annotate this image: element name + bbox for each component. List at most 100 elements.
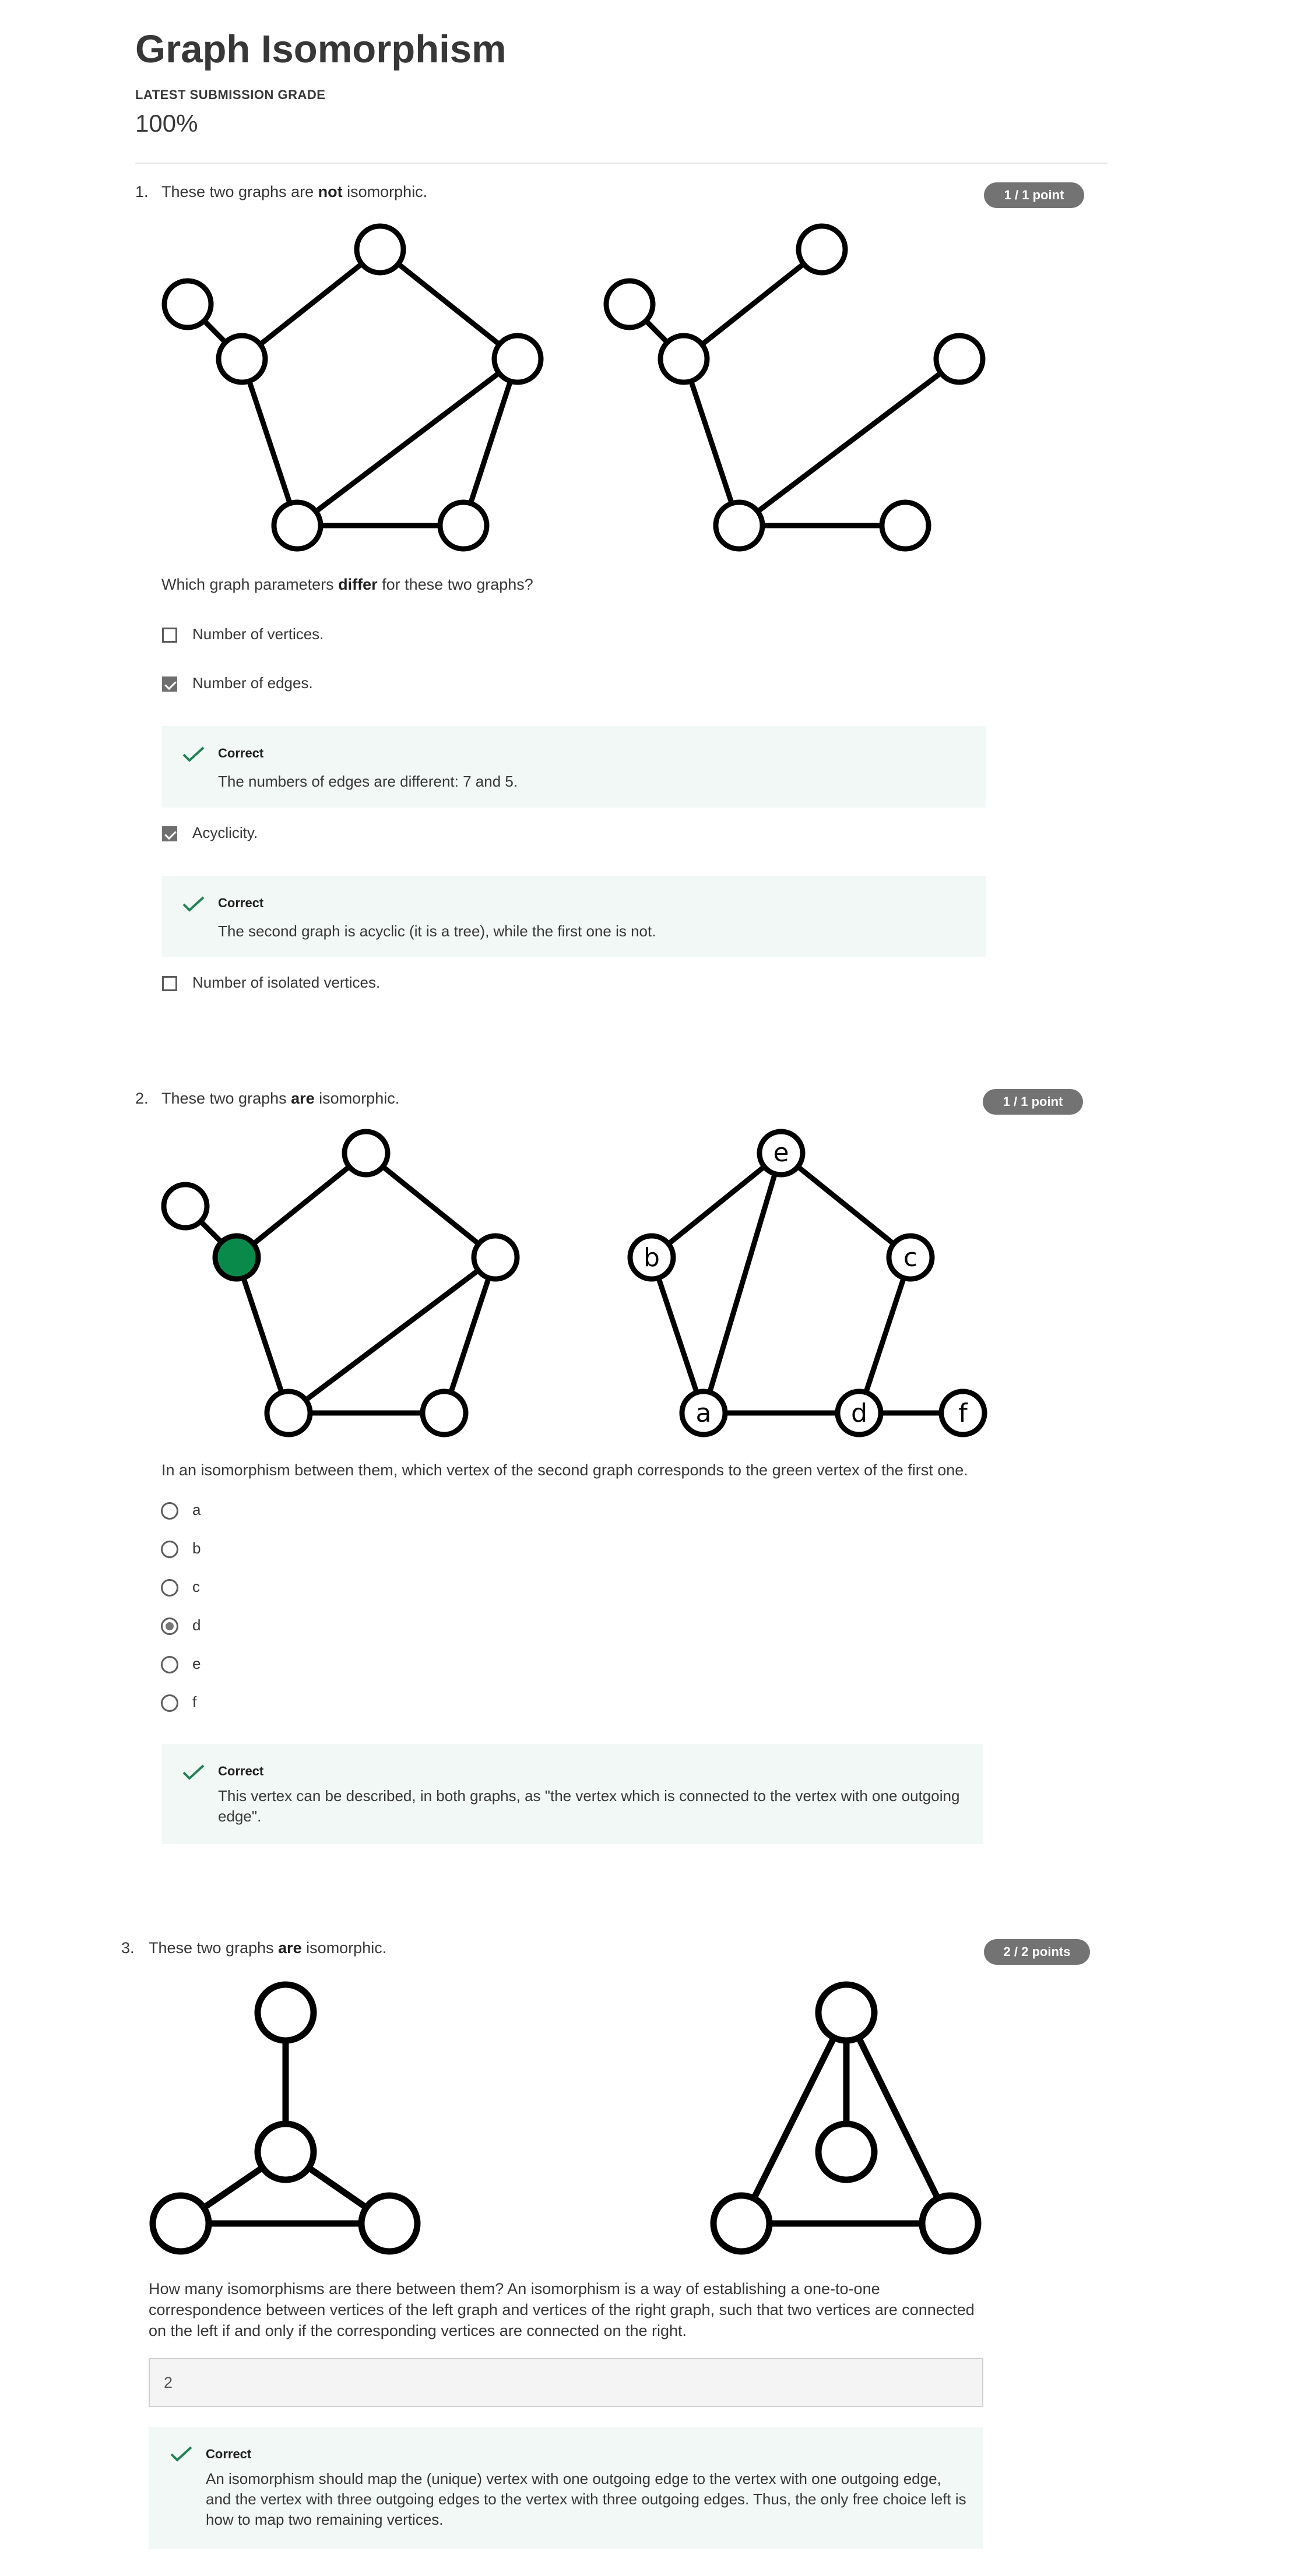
option-label: e [192,1655,201,1672]
radio-c[interactable] [161,1579,178,1597]
graph-q3-left [149,1981,421,2255]
radio-d[interactable] [161,1618,178,1635]
vertex [658,333,710,385]
vertex [358,2192,421,2255]
edge [441,1256,498,1414]
option-label: Acyclicity. [192,824,258,841]
edge [650,1151,783,1260]
graph-q2-right [627,1129,987,1437]
vertex [437,499,490,552]
radio-e[interactable] [161,1656,178,1673]
question-prompt: Which graph parameters differ for these … [161,576,533,593]
checkbox-acyclicity[interactable] [162,826,177,841]
edge [378,247,519,361]
vertex [710,2192,773,2255]
divider [135,163,1107,164]
vertex [491,333,544,385]
check-icon [170,2446,192,2462]
question-text: These two graphs are isomorphic. [149,1939,387,1957]
question-text: These two graphs are isomorphic. [161,1090,400,1107]
grade-label: LATEST SUBMISSION GRADE [135,87,326,102]
graph-q2-left [161,1129,520,1437]
question-prompt: How many isomorphisms are there between … [149,2280,975,2339]
check-icon [182,746,205,762]
vertex-label-b: b [644,1243,660,1273]
edge [240,247,382,361]
vertex [420,1389,469,1437]
vertex [264,1389,313,1437]
vertex [149,2192,212,2255]
edge [234,1256,291,1414]
vertex-green [212,1233,261,1282]
edge [460,358,521,527]
option-label: b [192,1539,201,1557]
vertex [254,2120,317,2183]
graph-pair-q1 [161,223,986,552]
vertex [271,499,324,552]
feedback-text: The numbers of edges are different: 7 an… [218,773,518,790]
feedback-text: This vertex can be described, in both gr… [218,1787,960,1825]
vertex [815,1981,878,2044]
option-label: d [192,1616,201,1634]
edge [682,247,824,361]
radio-a[interactable] [161,1502,178,1520]
question-number: 2. [135,1090,149,1107]
graph-q1-right [603,223,986,552]
graph-q3-right [710,1981,982,2255]
vertex [603,278,656,330]
vertex-label-e: e [773,1138,789,1168]
vertex [815,2120,878,2183]
feedback-title: Correct [218,1764,264,1778]
edge [779,1151,912,1260]
answer-input[interactable]: 2 [149,2358,983,2407]
option-label: c [192,1578,200,1595]
option-label: a [192,1501,201,1518]
graph-pair-q3 [149,1981,982,2255]
question-prompt: In an isomorphism between them, which ve… [161,1461,968,1479]
option-label: Number of vertices. [192,625,324,643]
graph-pair-q2: e b c a d f [161,1129,987,1437]
vertex-label-d: d [851,1398,867,1428]
feedback-correct: Correct This vertex can be described, in… [162,1744,983,1844]
edge [239,358,300,527]
checkbox-number-of-isolated-vertices[interactable] [162,976,177,991]
edge [737,357,961,528]
option-label: f [192,1693,197,1711]
edge [701,1152,784,1414]
feedback-correct: Correct The numbers of edges are differe… [162,726,986,808]
vertex [879,499,931,552]
graph-q1-left [161,223,544,552]
vertex [919,2192,982,2255]
feedback-title: Correct [206,2447,252,2461]
question-number: 1. [135,183,149,200]
radio-b[interactable] [161,1541,178,1558]
check-icon [182,1764,205,1780]
feedback-text: An isomorphism should map the (unique) v… [206,2470,966,2528]
vertex [342,1129,391,1178]
vertex [216,333,268,385]
feedback-correct: Correct An isomorphism should map the (u… [149,2427,983,2549]
question-text: These two graphs are not isomorphic. [161,183,428,200]
vertex [471,1233,520,1282]
vertex [161,1182,210,1231]
check-icon [182,896,205,912]
edge [287,1255,497,1415]
score-badge: 2 / 2 points [984,1939,1090,1965]
vertex [933,333,986,385]
vertex [354,223,406,276]
radio-f[interactable] [161,1694,178,1712]
vertex-label-f: f [958,1398,968,1428]
edge [856,1256,913,1414]
grade-value: 100% [135,110,198,137]
vertex [254,1981,317,2044]
edge [364,1151,497,1260]
option-label: Number of edges. [192,674,313,692]
edge [739,2011,849,2225]
feedback-title: Correct [218,896,264,910]
question-number: 3. [121,1939,135,1957]
checkbox-number-of-vertices[interactable] [162,628,177,643]
score-badge: 1 / 1 point [983,1089,1083,1115]
feedback-title: Correct [218,746,264,760]
checkbox-number-of-edges[interactable] [162,676,177,692]
vertex [713,499,765,552]
